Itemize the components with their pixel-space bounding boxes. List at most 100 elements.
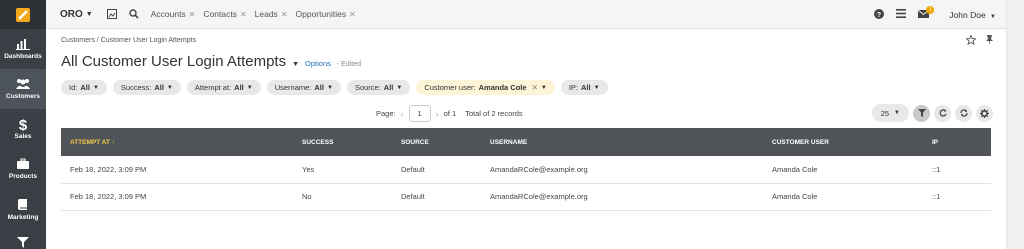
pinned-tab-leads[interactable]: Leads ✕ (255, 9, 288, 19)
users-icon (16, 79, 30, 89)
pinned-tab-contacts[interactable]: Contacts ✕ (203, 9, 246, 19)
close-icon[interactable]: ✕ (240, 10, 247, 19)
caret-down-icon: ▼ (396, 84, 403, 91)
filter-bar: Id: All ▼ Success: All ▼ Attempt at: All ▼ … (61, 80, 608, 95)
caret-down-icon: ▼ (593, 84, 600, 91)
tab-label: Opportunities (295, 9, 347, 19)
oro-logo[interactable] (0, 0, 46, 29)
filter-customer-user[interactable]: Customer user: Amanda Cole ✕ ▼ (416, 80, 555, 95)
filter-source[interactable]: Source: All ▼ (346, 80, 411, 95)
filter-ip[interactable]: IP: All ▼ (560, 80, 608, 95)
close-icon[interactable]: ✕ (189, 10, 196, 19)
cell-username: AmandaRCole@example.org (481, 183, 763, 211)
image-icon[interactable] (106, 9, 117, 19)
page-size-value: 25 (880, 108, 890, 118)
pinned-tab-opportunities[interactable]: Opportunities ✕ (296, 9, 356, 19)
cell-ip: ::1 (923, 156, 991, 184)
page-scrollbar[interactable] (1006, 0, 1024, 249)
column-header-source[interactable]: SOURCE (392, 128, 481, 156)
filter-value: All (154, 83, 164, 92)
pagination: Page: ‹ 1 › of 1 Total of 2 records (376, 105, 523, 122)
filter-value: All (580, 83, 591, 92)
filter-id[interactable]: Id: All ▼ (61, 80, 107, 95)
column-header-success[interactable]: SUCCESS (293, 128, 392, 156)
sidebar-item-filter[interactable] (0, 229, 46, 249)
filter-toggle-button[interactable] (913, 104, 930, 122)
brand-menu[interactable]: ORO ▼ (60, 9, 93, 20)
sidebar-item-marketing[interactable]: Marketing (0, 189, 46, 229)
next-page-icon[interactable]: › (436, 109, 439, 119)
notifications-button[interactable]: 1 (917, 5, 935, 20)
top-right-tools: ? 1 John Doe ▼ (874, 0, 996, 29)
pin-icon[interactable] (985, 35, 994, 47)
caret-down-icon: ▼ (85, 10, 93, 18)
sidebar-item-label: Dashboards (4, 53, 42, 60)
column-header-attempt-at[interactable]: ATTEMPT AT ↑ (61, 128, 293, 156)
caret-down-icon: ▼ (92, 84, 99, 91)
help-icon[interactable]: ? (874, 8, 885, 21)
search-icon[interactable] (129, 9, 139, 19)
column-header-customer-user[interactable]: CUSTOMER USER (763, 128, 923, 156)
page-number-input[interactable]: 1 (408, 105, 431, 122)
edited-label: - Edited (336, 61, 362, 68)
filter-label: Id: (69, 83, 78, 92)
close-icon[interactable]: ✕ (281, 10, 288, 19)
sidebar-item-label: Marketing (7, 213, 39, 221)
cell-username: AmandaRCole@example.org (481, 156, 763, 184)
reset-icon (939, 109, 947, 117)
cell-success: Yes (293, 156, 392, 184)
caret-down-icon: ▼ (326, 84, 333, 91)
table-header-row: ATTEMPT AT ↑ SUCCESS SOURCE USERNAME CUS… (61, 128, 991, 156)
user-menu[interactable]: John Doe ▼ (949, 10, 996, 20)
main-content: Customers / Customer User Login Attempts… (46, 29, 1006, 249)
prev-page-icon[interactable]: ‹ (401, 109, 404, 119)
filter-attempt-at[interactable]: Attempt at: All ▼ (186, 80, 261, 95)
sidebar-item-dashboards[interactable]: Dashboards (0, 29, 46, 69)
caret-down-icon: ▼ (166, 84, 173, 91)
table-row[interactable]: Feb 18, 2022, 3:09 PM No Default AmandaR… (61, 183, 991, 211)
pinned-tab-accounts[interactable]: Accounts ✕ (151, 9, 196, 19)
column-header-ip[interactable]: IP (923, 128, 991, 156)
refresh-button[interactable] (955, 104, 972, 122)
filter-username[interactable]: Username: All ▼ (266, 80, 341, 95)
grid-toolbar: 25 ▼ (871, 104, 993, 122)
cell-customer-user: Amanda Cole (763, 156, 923, 184)
filter-value: All (80, 83, 90, 92)
options-link[interactable]: Options (305, 59, 331, 68)
filter-value: Amanda Cole (478, 83, 527, 92)
menu-list-icon[interactable] (896, 9, 907, 20)
filter-success[interactable]: Success: All ▼ (112, 80, 181, 95)
column-label: ATTEMPT AT (70, 138, 110, 146)
table-row[interactable]: Feb 18, 2022, 3:09 PM Yes Default Amanda… (61, 156, 991, 184)
page-size-select[interactable]: 25 ▼ (871, 104, 909, 122)
filter-label: IP: (568, 83, 578, 92)
reset-button[interactable] (934, 104, 951, 122)
book-icon (18, 198, 27, 210)
notification-badge: 1 (926, 5, 935, 14)
sort-asc-icon: ↑ (111, 138, 116, 146)
grid-settings-button[interactable] (976, 104, 993, 122)
top-bar: ORO ▼ Accounts ✕ Contacts ✕ Leads ✕ Opportu… (46, 0, 1006, 29)
page-label: Page: (376, 109, 396, 118)
user-name: John Doe (949, 9, 986, 20)
sidebar-item-products[interactable]: Products (0, 149, 46, 189)
views-dropdown-icon[interactable]: ▼ (292, 61, 299, 68)
page-count: of 1 (443, 109, 457, 118)
tab-label: Accounts (150, 9, 186, 19)
bar-chart-icon (16, 39, 30, 50)
refresh-icon (959, 109, 968, 117)
sidebar-item-customers[interactable]: Customers (0, 69, 46, 109)
star-icon[interactable] (965, 34, 977, 47)
sidebar-item-label: Customers (6, 93, 40, 100)
filter-value: All (383, 83, 394, 92)
sidebar-item-sales[interactable]: $ Sales (0, 109, 46, 149)
clear-filter-icon[interactable]: ✕ (532, 83, 538, 92)
caret-down-icon: ▼ (990, 13, 996, 20)
sidebar-item-label: Sales (14, 132, 32, 140)
close-icon[interactable]: ✕ (349, 10, 356, 19)
page-title: All Customer User Login Attempts (61, 53, 287, 70)
briefcase-icon (17, 158, 29, 169)
tab-label: Contacts (203, 9, 237, 19)
column-header-username[interactable]: USERNAME (481, 128, 763, 156)
caret-down-icon: ▼ (894, 110, 900, 116)
